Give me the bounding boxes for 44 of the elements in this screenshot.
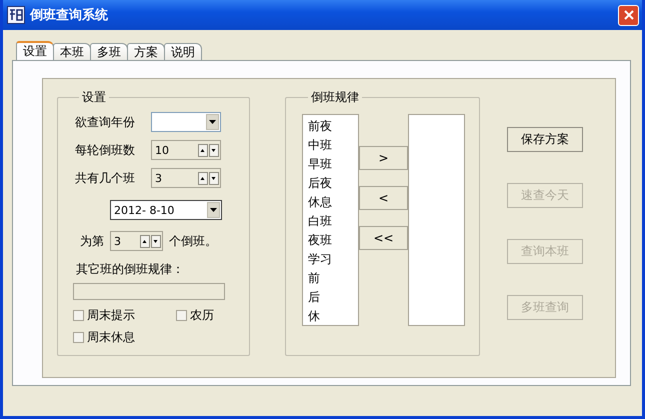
group-title: 设置: [81, 89, 107, 106]
list-item[interactable]: 休息: [308, 193, 358, 212]
list-item[interactable]: 夜班: [308, 231, 358, 250]
list-item[interactable]: 后夜: [308, 174, 358, 193]
app-icon: [7, 6, 25, 24]
move-button[interactable]: >: [359, 146, 408, 170]
spin-field[interactable]: 3: [151, 168, 221, 188]
tab[interactable]: 说明: [164, 43, 202, 60]
field-label: 每轮倒班数: [75, 142, 136, 158]
tab[interactable]: 本班: [53, 43, 91, 60]
window-title: 倒班查询系统: [30, 6, 109, 24]
spin-arrows-icon: [140, 234, 161, 248]
checkbox[interactable]: 农历: [176, 306, 231, 324]
list-item[interactable]: 学习: [308, 250, 358, 269]
field-label: 其它班的倒班规律：: [76, 261, 185, 278]
list-item[interactable]: 休: [308, 307, 358, 326]
list-item[interactable]: 中班: [308, 136, 358, 155]
checkbox[interactable]: 周末提示: [73, 306, 176, 324]
list-item[interactable]: 前: [308, 269, 358, 288]
group-title: 倒班规律: [310, 89, 360, 106]
move-button[interactable]: <<: [359, 226, 408, 250]
field-label: 为第: [80, 232, 104, 250]
date-picker[interactable]: 2012- 8-10: [110, 200, 222, 220]
action-button[interactable]: 保存方案: [507, 127, 583, 152]
field-label: 共有几个班: [75, 170, 136, 186]
year-dropdown[interactable]: [151, 112, 221, 132]
close-icon: [622, 9, 634, 21]
spin-field[interactable]: 10: [151, 140, 221, 160]
list-item[interactable]: 白班: [308, 212, 358, 231]
list-item[interactable]: 早班: [308, 155, 358, 174]
list-item[interactable]: 前夜: [308, 117, 358, 136]
input-field[interactable]: [73, 283, 225, 300]
spin-arrows-icon: [198, 144, 219, 156]
move-button[interactable]: <: [359, 186, 408, 210]
checkbox[interactable]: 周末休息: [73, 328, 176, 346]
close-button[interactable]: [618, 4, 639, 26]
field-label: 个倒班。: [169, 232, 217, 250]
field-label: 欲查询年份: [75, 114, 136, 130]
spin-field[interactable]: 3: [110, 231, 163, 251]
tab[interactable]: 设置: [16, 41, 54, 60]
list-item[interactable]: 后: [308, 288, 358, 307]
tab[interactable]: 多班: [90, 43, 128, 60]
spin-arrows-icon: [198, 172, 219, 184]
tab[interactable]: 方案: [127, 43, 165, 60]
